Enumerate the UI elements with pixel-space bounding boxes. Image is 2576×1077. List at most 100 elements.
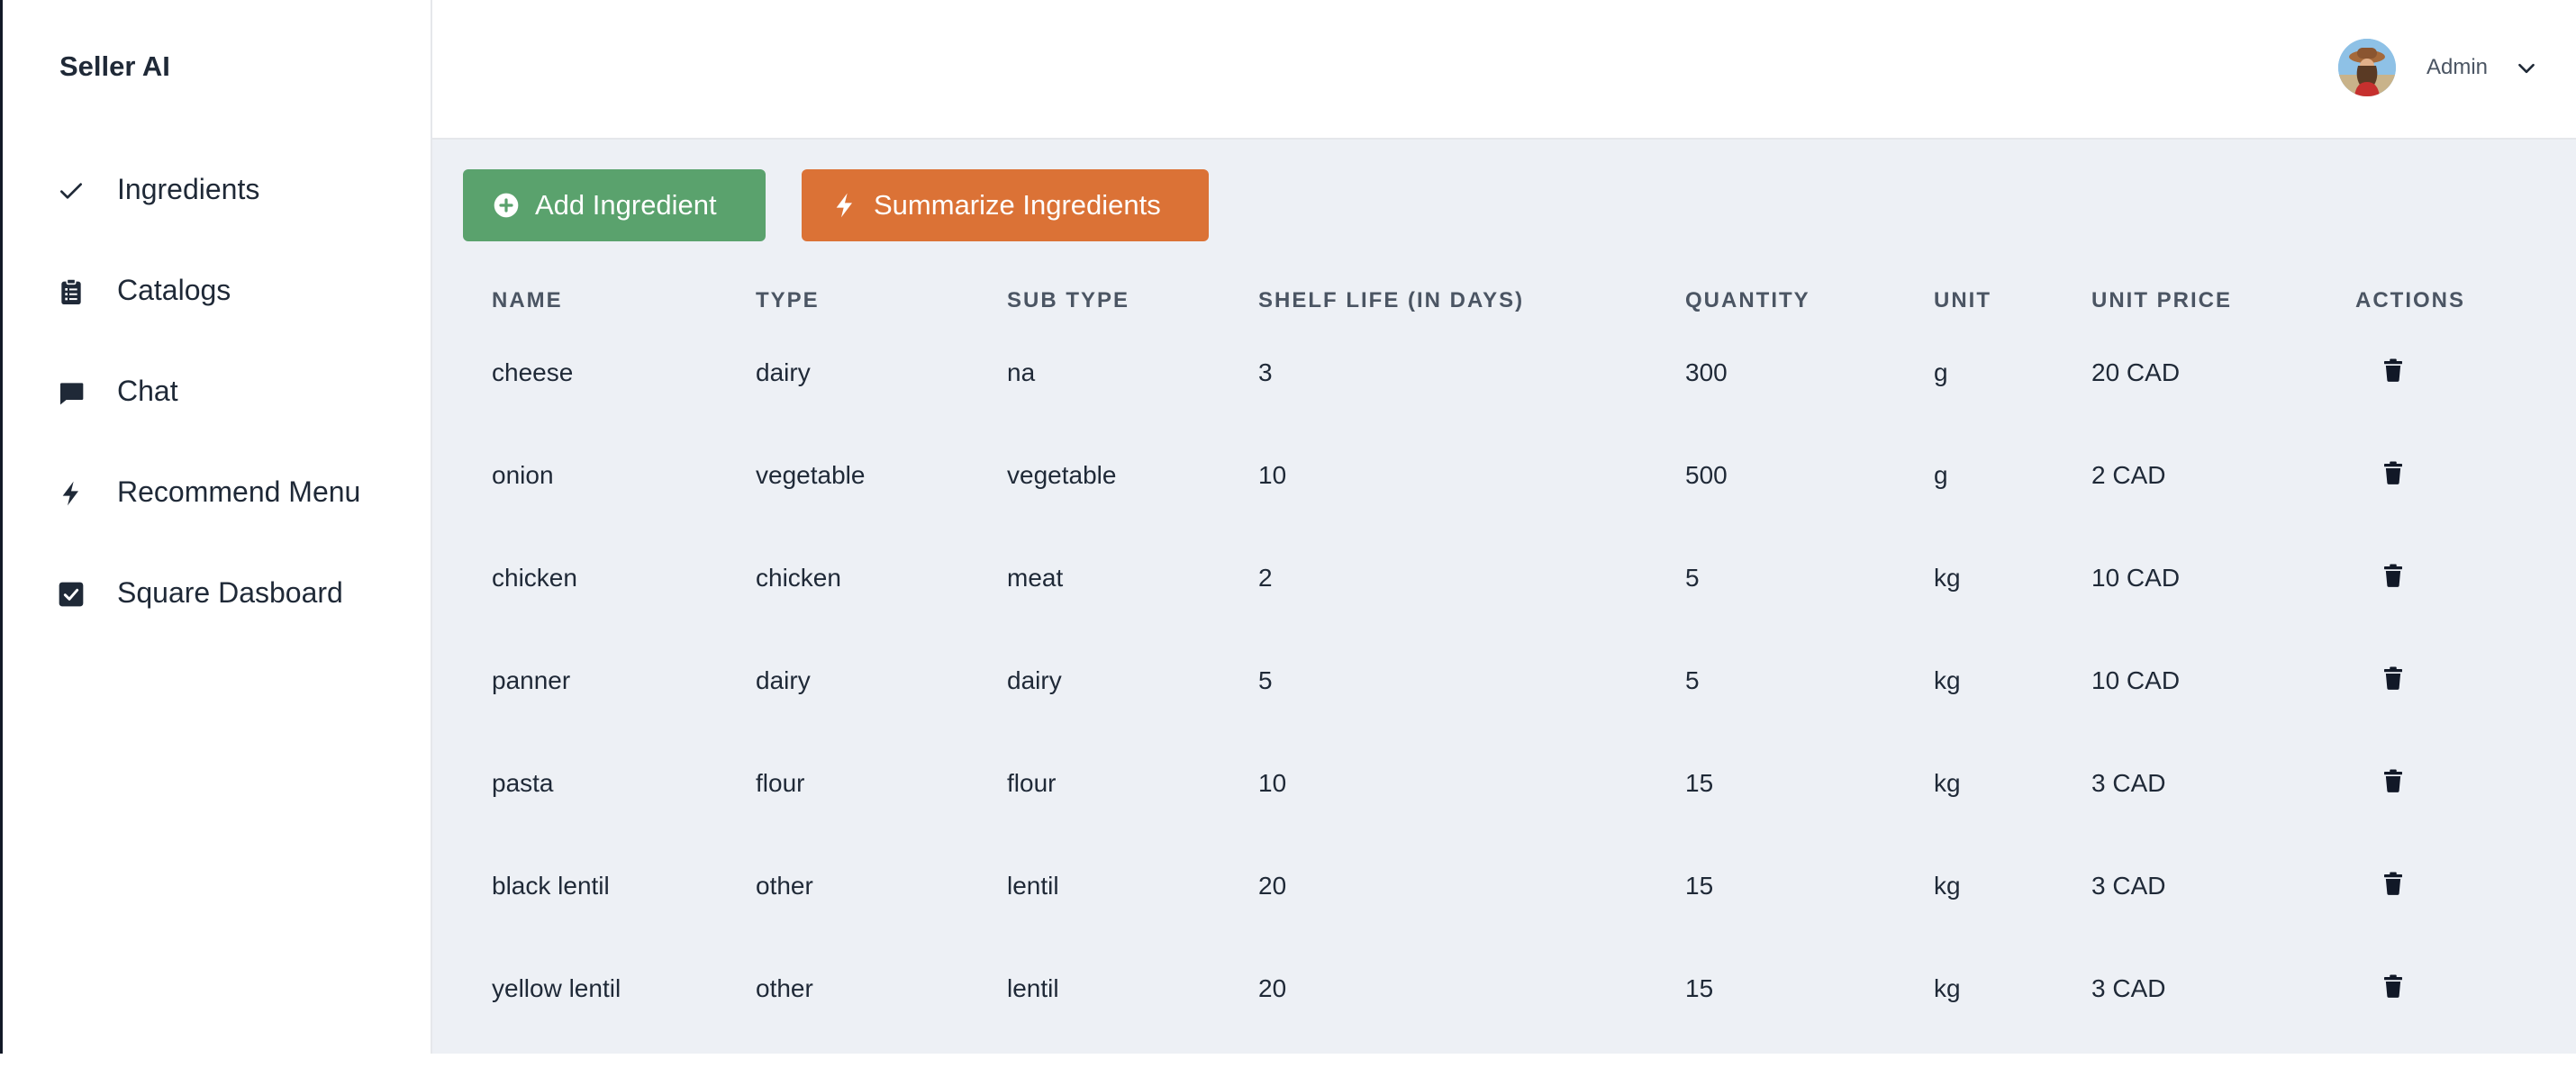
trash-icon[interactable]: [2380, 562, 2407, 589]
table-row: pasta flour flour 10 15 kg 3 CAD: [432, 769, 2576, 872]
table-row: cheese dairy na 3 300 g 20 CAD: [432, 358, 2576, 461]
sidebar-item-label: Chat: [117, 375, 178, 407]
cell-type: flour: [756, 769, 805, 797]
cell-sub-type: meat: [1007, 564, 1064, 592]
table-row: onion vegetable vegetable 10 500 g 2 CAD: [432, 461, 2576, 564]
cell-shelf-life: 10: [1258, 769, 1287, 797]
chevron-down-icon: [2515, 57, 2538, 80]
cell-name: cheese: [492, 358, 574, 386]
cell-quantity: 5: [1685, 564, 1700, 592]
cell-unit-price: 2 CAD: [2091, 461, 2166, 489]
cell-type: chicken: [756, 564, 841, 592]
sidebar-item-catalogs[interactable]: Catalogs: [3, 256, 431, 328]
column-header-type: TYPE: [756, 288, 820, 312]
cell-name: black lentil: [492, 872, 610, 900]
cell-shelf-life: 5: [1258, 666, 1273, 694]
cell-sub-type: dairy: [1007, 666, 1062, 694]
cell-unit-price: 3 CAD: [2091, 769, 2166, 797]
cell-unit: kg: [1934, 974, 1961, 1002]
cell-unit: g: [1934, 358, 1948, 386]
trash-icon[interactable]: [2380, 459, 2407, 486]
main-content: Add Ingredient Summarize Ingredients NAM…: [432, 140, 2576, 1054]
sidebar-item-label: Recommend Menu: [117, 475, 361, 508]
check-icon: [57, 176, 86, 205]
cell-shelf-life: 2: [1258, 564, 1273, 592]
cell-unit: kg: [1934, 666, 1961, 694]
brand-title: Seller AI: [59, 50, 170, 82]
sidebar-item-label: Square Dasboard: [117, 576, 343, 609]
cell-type: dairy: [756, 666, 811, 694]
column-header-quantity: QUANTITY: [1685, 288, 1810, 312]
sidebar-item-chat[interactable]: Chat: [3, 357, 431, 429]
summarize-ingredients-label: Summarize Ingredients: [874, 189, 1161, 221]
add-ingredient-button[interactable]: Add Ingredient: [463, 169, 766, 241]
sidebar-item-label: Ingredients: [117, 173, 260, 205]
cell-type: other: [756, 974, 813, 1002]
cell-quantity: 15: [1685, 769, 1714, 797]
table-row: chicken chicken meat 2 5 kg 10 CAD: [432, 564, 2576, 666]
add-ingredient-label: Add Ingredient: [535, 189, 717, 221]
cell-name: onion: [492, 461, 554, 489]
user-name: Admin: [2426, 55, 2489, 79]
cell-quantity: 500: [1685, 461, 1728, 489]
cell-sub-type: flour: [1007, 769, 1057, 797]
sidebar: Seller AI Ingredients Catalogs Chat Reco…: [3, 0, 432, 1054]
cell-type: dairy: [756, 358, 811, 386]
cell-unit: kg: [1934, 564, 1961, 592]
cell-name: panner: [492, 666, 571, 694]
cell-quantity: 15: [1685, 974, 1714, 1002]
column-header-name: NAME: [492, 288, 563, 312]
cell-unit-price: 20 CAD: [2091, 358, 2181, 386]
cell-unit-price: 3 CAD: [2091, 872, 2166, 900]
cell-unit-price: 10 CAD: [2091, 564, 2181, 592]
trash-icon[interactable]: [2380, 870, 2407, 897]
column-header-actions: ACTIONS: [2355, 288, 2465, 312]
table-row: black lentil other lentil 20 15 kg 3 CAD: [432, 872, 2576, 974]
user-menu[interactable]: Admin: [2306, 0, 2576, 140]
cell-shelf-life: 10: [1258, 461, 1287, 489]
user-avatar: [2338, 39, 2396, 96]
cell-name: chicken: [492, 564, 577, 592]
trash-icon[interactable]: [2380, 665, 2407, 692]
sidebar-item-ingredients[interactable]: Ingredients: [3, 155, 431, 227]
cell-sub-type: na: [1007, 358, 1036, 386]
lightning-bolt-icon: [57, 479, 86, 508]
cell-unit: kg: [1934, 872, 1961, 900]
cell-unit: kg: [1934, 769, 1961, 797]
trash-icon[interactable]: [2380, 973, 2407, 1000]
column-header-sub-type: SUB TYPE: [1007, 288, 1130, 312]
cell-name: yellow lentil: [492, 974, 621, 1002]
cell-quantity: 5: [1685, 666, 1700, 694]
cell-shelf-life: 20: [1258, 974, 1287, 1002]
column-header-unit: UNIT: [1934, 288, 1991, 312]
lightning-bolt-icon: [830, 191, 859, 220]
table-row: yellow lentil other lentil 20 15 kg 3 CA…: [432, 974, 2576, 1077]
clipboard-list-icon: [57, 277, 86, 306]
cell-shelf-life: 20: [1258, 872, 1287, 900]
sidebar-item-recommend-menu[interactable]: Recommend Menu: [3, 457, 431, 529]
trash-icon[interactable]: [2380, 357, 2407, 384]
cell-sub-type: lentil: [1007, 872, 1059, 900]
app-root: Seller AI Ingredients Catalogs Chat Reco…: [0, 0, 2576, 1054]
trash-icon[interactable]: [2380, 767, 2407, 794]
table-row: panner dairy dairy 5 5 kg 10 CAD: [432, 666, 2576, 769]
chat-bubble-icon: [57, 378, 86, 407]
sidebar-item-label: Catalogs: [117, 274, 231, 306]
cell-type: vegetable: [756, 461, 866, 489]
cell-type: other: [756, 872, 813, 900]
cell-sub-type: lentil: [1007, 974, 1059, 1002]
top-bar: Admin: [432, 0, 2576, 140]
summarize-ingredients-button[interactable]: Summarize Ingredients: [802, 169, 1209, 241]
cell-unit: g: [1934, 461, 1948, 489]
column-header-unit-price: UNIT PRICE: [2091, 288, 2233, 312]
cell-shelf-life: 3: [1258, 358, 1273, 386]
cell-quantity: 15: [1685, 872, 1714, 900]
checkbox-checked-icon: [57, 580, 86, 609]
column-header-shelf-life: SHELF LIFE (IN DAYS): [1258, 288, 1525, 312]
cell-unit-price: 3 CAD: [2091, 974, 2166, 1002]
cell-sub-type: vegetable: [1007, 461, 1117, 489]
cell-name: pasta: [492, 769, 554, 797]
plus-circle-icon: [492, 191, 521, 220]
cell-unit-price: 10 CAD: [2091, 666, 2181, 694]
sidebar-item-square-dashboard[interactable]: Square Dasboard: [3, 558, 431, 630]
